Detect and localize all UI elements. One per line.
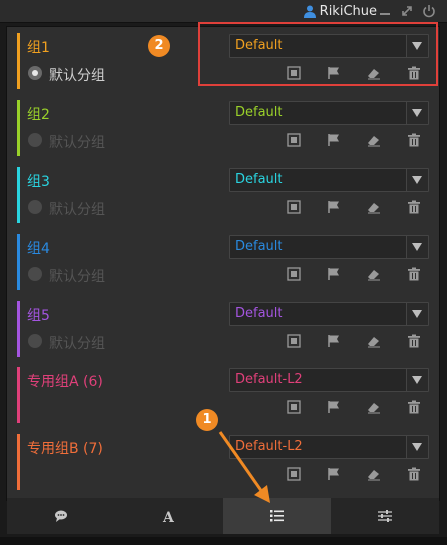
profile-select[interactable]: Default	[229, 101, 429, 125]
annotation-marker-1: 1	[196, 409, 218, 431]
screenshot-icon[interactable]	[287, 133, 301, 147]
eraser-icon[interactable]	[367, 334, 381, 348]
group-color-bar	[17, 167, 20, 223]
group-row: 专用组B (7) Default-L2	[17, 434, 433, 501]
power-icon[interactable]	[421, 3, 437, 19]
group-color-bar	[17, 301, 20, 357]
eraser-icon[interactable]	[367, 200, 381, 214]
subgroup-radio[interactable]	[28, 133, 42, 147]
group-color-bar	[17, 234, 20, 290]
group-name[interactable]: 专用组A (6)	[27, 371, 103, 391]
subgroup-radio[interactable]	[28, 267, 42, 281]
flag-icon[interactable]	[327, 467, 341, 481]
profile-select-value: Default	[235, 172, 283, 187]
eraser-icon[interactable]	[367, 467, 381, 481]
subgroup-label: 默认分组	[49, 135, 105, 151]
subgroup-radio[interactable]	[28, 334, 42, 348]
profile-select[interactable]: Default	[229, 302, 429, 326]
user-block[interactable]: RikiChue	[303, 2, 377, 20]
trash-icon[interactable]	[407, 267, 421, 281]
flag-icon[interactable]	[327, 133, 341, 147]
group-row: 组4 默认分组 Default	[17, 234, 433, 301]
tab-chat[interactable]	[7, 498, 115, 534]
title-bar: RikiChue	[0, 0, 447, 23]
group-name[interactable]: 组2	[27, 104, 50, 124]
subgroup-label: 默认分组	[49, 68, 105, 84]
sliders-icon	[378, 510, 392, 522]
group-row: 组2 默认分组 Default	[17, 100, 433, 167]
minimize-icon[interactable]	[377, 3, 393, 19]
profile-select-value: Default	[235, 239, 283, 254]
eraser-icon[interactable]	[367, 267, 381, 281]
bottom-strip	[0, 537, 447, 545]
subgroup-label: 默认分组	[49, 336, 105, 352]
trash-icon[interactable]	[407, 467, 421, 481]
group-color-bar	[17, 100, 20, 156]
profile-select[interactable]: Default	[229, 168, 429, 192]
flag-icon[interactable]	[327, 267, 341, 281]
chevron-down-icon[interactable]	[406, 369, 428, 391]
chevron-down-icon[interactable]	[406, 236, 428, 258]
profile-select-value: Default	[235, 306, 283, 321]
flag-icon[interactable]	[327, 334, 341, 348]
profile-select[interactable]: Default-L2	[229, 368, 429, 392]
group-settings-panel: 组1 默认分组 Default 组2 默认分组 Default 组3 默认分组 Default 组…	[6, 26, 440, 534]
group-color-bar	[17, 33, 20, 89]
group-name[interactable]: 组3	[27, 171, 50, 191]
flag-icon[interactable]	[327, 400, 341, 414]
subgroup-radio[interactable]	[28, 200, 42, 214]
eraser-icon[interactable]	[367, 400, 381, 414]
group-color-bar	[17, 367, 20, 423]
chevron-down-icon[interactable]	[406, 169, 428, 191]
font-icon: A	[162, 510, 175, 523]
screenshot-icon[interactable]	[287, 400, 301, 414]
chevron-down-icon[interactable]	[406, 303, 428, 325]
eraser-icon[interactable]	[367, 133, 381, 147]
trash-icon[interactable]	[407, 400, 421, 414]
group-row: 组5 默认分组 Default	[17, 301, 433, 368]
screenshot-icon[interactable]	[287, 334, 301, 348]
group-name[interactable]: 组4	[27, 238, 50, 258]
trash-icon[interactable]	[407, 133, 421, 147]
tab-list[interactable]	[223, 498, 331, 534]
profile-select[interactable]: Default	[229, 235, 429, 259]
tab-settings[interactable]	[331, 498, 439, 534]
chat-icon	[55, 510, 67, 522]
trash-icon[interactable]	[407, 200, 421, 214]
username: RikiChue	[319, 3, 377, 19]
flag-icon[interactable]	[327, 200, 341, 214]
profile-select-value: Default-L2	[235, 372, 303, 387]
group-name[interactable]: 专用组B (7)	[27, 438, 103, 458]
resize-icon[interactable]	[399, 3, 415, 19]
group-name[interactable]: 组5	[27, 305, 50, 325]
bottom-tab-bar: A	[7, 498, 439, 534]
subgroup-radio[interactable]	[28, 66, 42, 80]
group-row: 专用组A (6) Default-L2	[17, 367, 433, 434]
screenshot-icon[interactable]	[287, 200, 301, 214]
annotation-highlight-box	[198, 22, 438, 86]
trash-icon[interactable]	[407, 334, 421, 348]
profile-select[interactable]: Default-L2	[229, 435, 429, 459]
svg-text:A: A	[162, 510, 175, 523]
user-icon	[303, 5, 316, 18]
screenshot-icon[interactable]	[287, 267, 301, 281]
group-color-bar	[17, 434, 20, 490]
chevron-down-icon[interactable]	[406, 436, 428, 458]
chevron-down-icon[interactable]	[406, 102, 428, 124]
tab-font[interactable]: A	[115, 498, 223, 534]
group-row: 组3 默认分组 Default	[17, 167, 433, 234]
profile-select-value: Default-L2	[235, 439, 303, 454]
subgroup-label: 默认分组	[49, 202, 105, 218]
screenshot-icon[interactable]	[287, 467, 301, 481]
list-icon	[270, 510, 284, 522]
profile-select-value: Default	[235, 105, 283, 120]
annotation-marker-2: 2	[148, 35, 170, 57]
group-name[interactable]: 组1	[27, 37, 50, 57]
subgroup-label: 默认分组	[49, 269, 105, 285]
